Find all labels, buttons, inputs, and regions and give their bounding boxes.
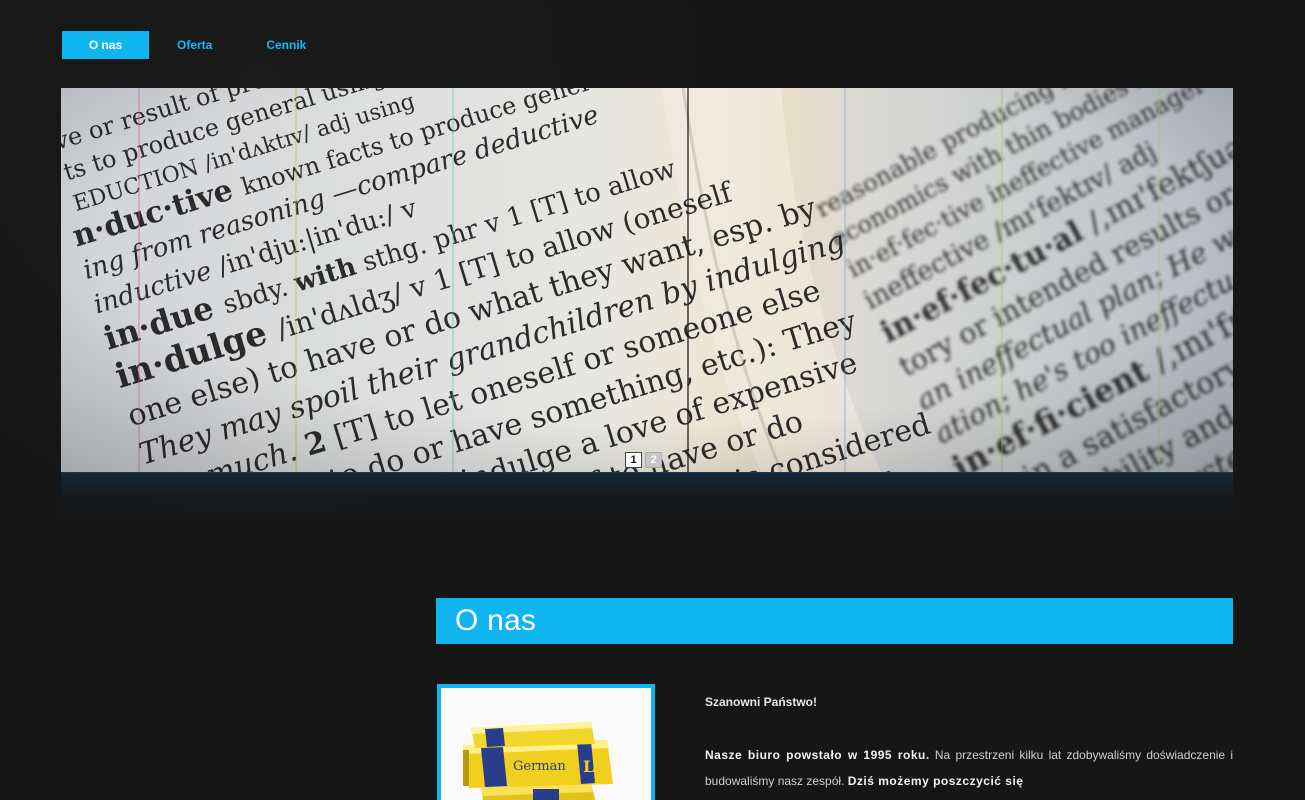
nav-item-o-nas[interactable]: O nas [62,31,149,59]
page: O nas Oferta Cennik 1 2 O nas German L S… [0,0,1305,800]
slider-page-1-button[interactable]: 1 [625,452,642,468]
slider-page-2-button[interactable]: 2 [645,452,662,468]
hero-glow [61,472,1233,526]
svg-text:L: L [583,757,594,776]
about-text: Szanowni Państwo! Nasze biuro powstało w… [705,689,1233,794]
language-books-icon: Spanish German L [441,688,651,800]
section-title: O nas [455,604,537,637]
nav-item-cennik[interactable]: Cennik [242,31,330,59]
section-header: O nas [436,598,1233,644]
about-image-card: Spanish German L [437,684,655,800]
dictionary-photo: ve or result of produce general ts to pr… [61,88,1233,472]
greeting-text: Szanowni Państwo! [705,695,818,709]
nav-item-oferta[interactable]: Oferta [153,31,236,59]
about-paragraph-bold-2: Dziś możemy poszczycić się [847,774,1024,788]
svg-text:German: German [513,759,566,774]
hero-slider: ve or result of produce general ts to pr… [61,88,1233,473]
about-paragraph-bold-1: Nasze biuro powstało w 1995 roku. [705,748,930,762]
about-paragraph: Nasze biuro powstało w 1995 roku. Na prz… [705,742,1233,794]
main-nav: O nas Oferta Cennik [62,31,330,59]
slider-pager: 1 2 [625,452,662,468]
